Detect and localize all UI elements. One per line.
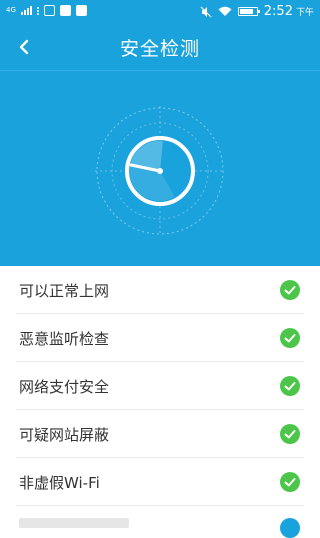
radar-gauge-icon xyxy=(95,106,225,236)
check-icon xyxy=(280,280,300,300)
list-item: 网络支付安全 xyxy=(16,362,304,410)
menu-dots-icon xyxy=(36,6,39,15)
notification-app-icon-3 xyxy=(75,5,87,16)
list-item: 恶意监听检查 xyxy=(16,314,304,362)
partial-label-placeholder xyxy=(19,518,129,528)
check-icon xyxy=(280,472,300,492)
check-label: 可以正常上网 xyxy=(19,282,110,300)
status-bar: 4G 2:52 下午 xyxy=(0,0,320,24)
list-item-partial xyxy=(16,506,304,538)
title-bar: 安全检测 xyxy=(0,24,320,70)
check-list: 可以正常上网 恶意监听检查 网络支付安全 可疑网站屏蔽 非虚假Wi-Fi xyxy=(0,266,320,538)
check-label: 恶意监听检查 xyxy=(19,330,110,348)
status-ampm: 下午 xyxy=(295,8,314,18)
check-label: 网络支付安全 xyxy=(19,378,110,396)
list-item: 非虚假Wi-Fi xyxy=(16,458,304,506)
status-time: 2:52 xyxy=(263,4,293,19)
page-title: 安全检测 xyxy=(119,38,200,60)
list-item: 可以正常上网 xyxy=(16,266,304,314)
check-icon xyxy=(280,328,300,348)
check-label: 可疑网站屏蔽 xyxy=(19,426,110,444)
hero-panel: 安全检测 xyxy=(0,24,320,266)
notification-app-icon xyxy=(43,5,55,16)
signal-icon xyxy=(20,6,32,15)
title-divider xyxy=(0,70,320,71)
pending-icon xyxy=(280,518,300,538)
mute-icon xyxy=(200,6,212,17)
battery-icon xyxy=(237,7,260,16)
check-label: 非虚假Wi-Fi xyxy=(19,474,100,492)
status-right: 2:52 下午 xyxy=(200,4,314,19)
check-icon xyxy=(280,424,300,444)
notification-app-icon-2 xyxy=(59,5,71,16)
wifi-icon xyxy=(218,6,232,16)
check-icon xyxy=(280,376,300,396)
status-left: 4G xyxy=(6,5,87,16)
list-item: 可疑网站屏蔽 xyxy=(16,410,304,458)
network-type: 4G xyxy=(6,6,16,14)
